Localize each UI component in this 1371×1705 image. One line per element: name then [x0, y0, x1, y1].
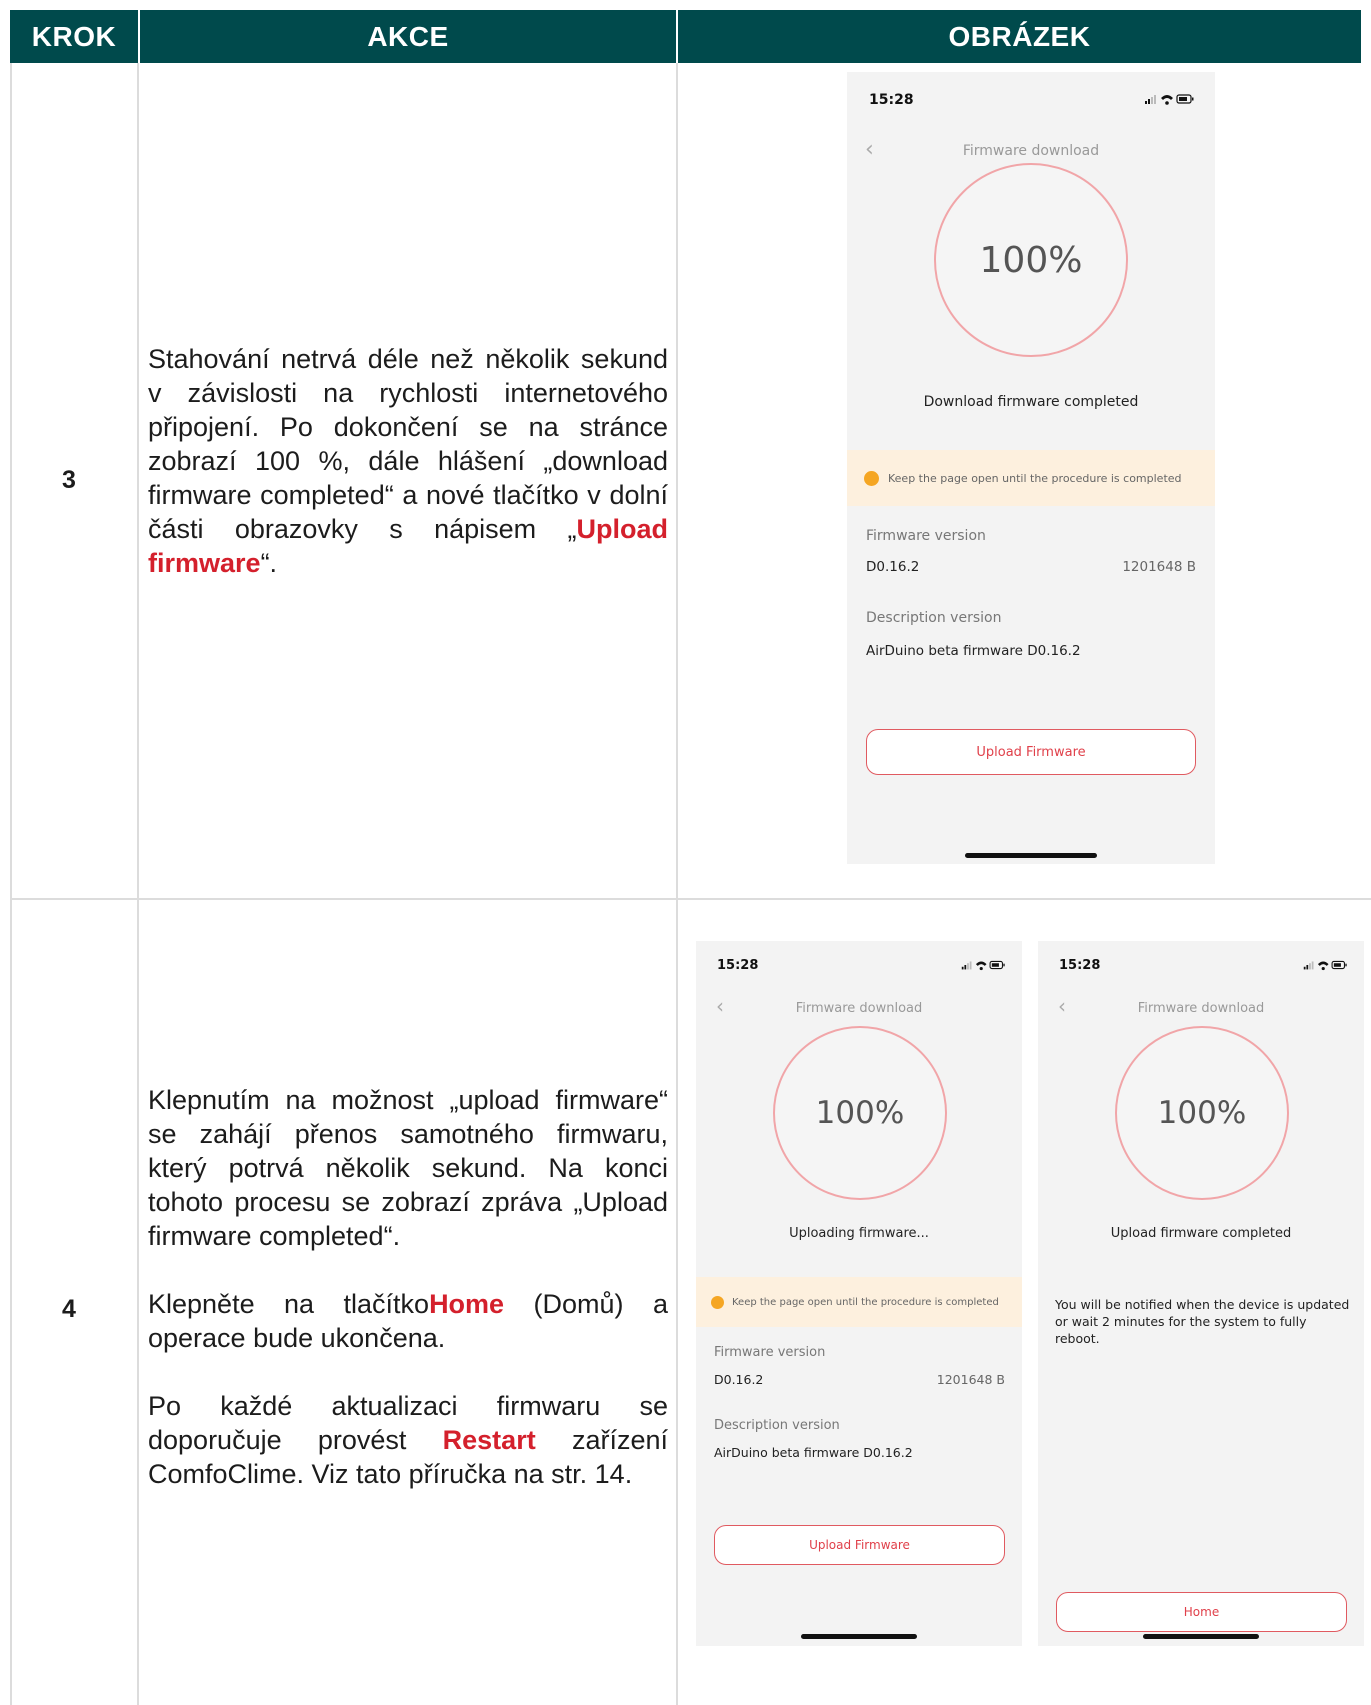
warning-text: Keep the page open until the procedure i… [732, 1296, 999, 1308]
status-message: Uploading firmware... [789, 1226, 929, 1241]
home-indicator [1143, 1634, 1259, 1639]
screen-title: Firmware download [1137, 1001, 1265, 1016]
progress-ring: 100% [773, 1026, 947, 1200]
restart-highlight: Restart [442, 1425, 536, 1455]
firmware-version-value: D0.16.2 [866, 559, 920, 575]
description-version-value: AirDuino beta firmware D0.16.2 [866, 643, 1081, 659]
progress-ring: 100% [934, 163, 1128, 357]
upload-firmware-button[interactable]: Upload Firmware [866, 729, 1196, 775]
step-4-paragraph-3: Po každé aktualizaci firmwaru se doporuč… [148, 1389, 668, 1491]
step-3-description: Stahování netrvá déle než několik sekund… [148, 342, 668, 614]
row-divider [10, 898, 1371, 900]
screen-title: Firmware download [795, 1001, 923, 1016]
warning-text: Keep the page open until the procedure i… [888, 471, 1182, 485]
header-step: KROK [10, 10, 138, 63]
phone-screen-upload-completed: 15:28 ‹ Firmware download 100% Upload fi… [1038, 941, 1364, 1646]
step-4-paragraph-2: Klepněte na tlačítkoHome (Domů) a operac… [148, 1287, 668, 1355]
step-4-text: Klepněte na tlačítko [148, 1289, 430, 1319]
header-image: OBRÁZEK [678, 10, 1361, 63]
home-indicator [965, 853, 1097, 858]
status-time: 15:28 [717, 958, 759, 973]
description-version-value: AirDuino beta firmware D0.16.2 [714, 1445, 913, 1460]
progress-percent: 100% [815, 1095, 905, 1131]
home-highlight: Home [429, 1289, 505, 1319]
warning-banner: Keep the page open until the procedure i… [696, 1277, 1022, 1327]
status-icons [1145, 94, 1194, 105]
step-4-paragraph-1: Klepnutím na možnost „upload firmware“ s… [148, 1085, 668, 1251]
phone-screen-uploading: 15:28 ‹ Firmware download 100% Uploading… [696, 941, 1022, 1646]
divider [137, 63, 139, 1705]
screen-title: Firmware download [962, 143, 1100, 159]
upload-firmware-button[interactable]: Upload Firmware [714, 1525, 1005, 1565]
step-number: 3 [62, 466, 76, 494]
status-time: 15:28 [869, 92, 914, 108]
description-version-label: Description version [866, 610, 1002, 626]
firmware-version-label: Firmware version [866, 528, 986, 544]
progress-ring: 100% [1115, 1026, 1289, 1200]
step-3-text-end: “. [260, 548, 278, 578]
warning-banner: Keep the page open until the procedure i… [847, 450, 1215, 506]
firmware-size-value: 1201648 B [936, 1372, 1005, 1387]
home-indicator [801, 1634, 917, 1639]
step-4-description: Klepnutím na možnost „upload firmware“ s… [148, 1083, 668, 1525]
status-time: 15:28 [1059, 958, 1101, 973]
phone-screen-download-completed: 15:28 ‹ Firmware download 100% Download … [847, 72, 1215, 864]
firmware-size-value: 1201648 B [1122, 559, 1196, 575]
firmware-version-label: Firmware version [714, 1345, 826, 1360]
status-icons [961, 960, 1005, 971]
description-version-label: Description version [714, 1418, 840, 1433]
warning-dot-icon [711, 1295, 724, 1309]
progress-percent: 100% [1157, 1095, 1247, 1131]
status-message: Download firmware completed [923, 394, 1139, 410]
status-message: Upload firmware completed [1110, 1226, 1292, 1241]
divider [10, 63, 12, 1705]
firmware-version-value: D0.16.2 [714, 1372, 764, 1387]
progress-percent: 100% [979, 239, 1083, 281]
status-icons [1303, 960, 1347, 971]
home-button[interactable]: Home [1056, 1592, 1347, 1632]
divider [676, 63, 678, 1705]
step-number: 4 [62, 1295, 76, 1323]
reboot-notice: You will be notified when the device is … [1055, 1297, 1350, 1346]
header-action: AKCE [140, 10, 676, 63]
warning-dot-icon [864, 470, 879, 486]
